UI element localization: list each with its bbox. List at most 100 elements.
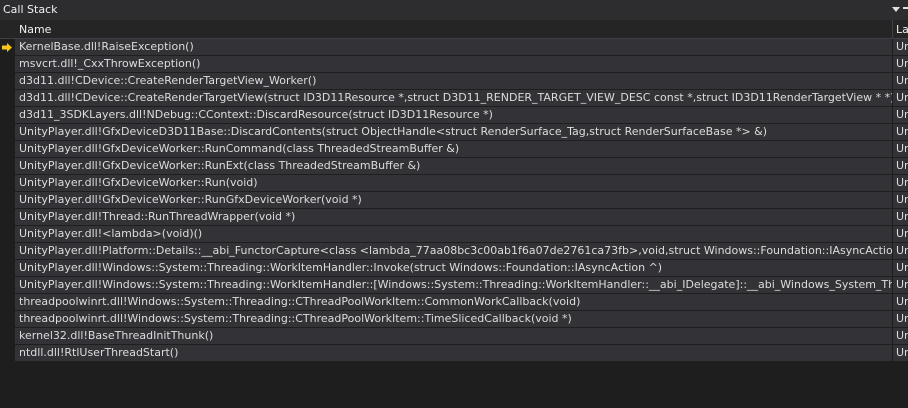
frame-name: UnityPlayer.dll!GfxDeviceD3D11Base::Disc… <box>19 125 768 138</box>
row-indicator-cell <box>0 294 15 310</box>
frame-name-cell: d3d11_3SDKLayers.dll!NDebug::CContext::D… <box>15 107 892 123</box>
frame-language: Ur <box>896 142 908 155</box>
column-divider[interactable] <box>892 20 893 39</box>
frame-language-cell: Ur <box>893 107 908 123</box>
frame-name-cell: kernel32.dll!BaseThreadInitThunk() <box>15 328 892 344</box>
frame-name: d3d11.dll!CDevice::CreateRenderTargetVie… <box>19 74 317 87</box>
table-row[interactable]: KernelBase.dll!RaiseException() Ur <box>0 39 908 56</box>
frame-language: Ur <box>896 261 908 274</box>
frame-language: Ur <box>896 210 908 223</box>
row-indicator-cell <box>0 345 15 361</box>
table-row[interactable]: UnityPlayer.dll!<lambda>(void)() Ur <box>0 226 908 243</box>
row-indicator-cell <box>0 277 15 293</box>
table-row[interactable]: UnityPlayer.dll!GfxDeviceD3D11Base::Disc… <box>0 124 908 141</box>
frame-name: UnityPlayer.dll!GfxDeviceWorker::RunComm… <box>19 142 460 155</box>
frame-language: Ur <box>896 244 908 257</box>
call-stack-window: Call Stack Name La KernelBase.dll!RaiseE… <box>0 0 908 408</box>
frame-name: UnityPlayer.dll!Windows::System::Threadi… <box>19 278 892 291</box>
row-indicator-cell <box>0 328 15 344</box>
frame-language-cell: Ur <box>893 141 908 157</box>
frame-name: ntdll.dll!RtlUserThreadStart() <box>19 346 179 359</box>
frame-name-cell: UnityPlayer.dll!GfxDeviceWorker::RunComm… <box>15 141 892 157</box>
table-row[interactable]: msvcrt.dll!_CxxThrowException() Ur <box>0 56 908 73</box>
frame-language: Ur <box>896 295 908 308</box>
frame-name: KernelBase.dll!RaiseException() <box>19 40 194 53</box>
frame-language: Ur <box>896 57 908 70</box>
table-row[interactable]: threadpoolwinrt.dll!Windows::System::Thr… <box>0 294 908 311</box>
frame-language: Ur <box>896 312 908 325</box>
frame-name-cell: threadpoolwinrt.dll!Windows::System::Thr… <box>15 311 892 327</box>
frame-name-cell: KernelBase.dll!RaiseException() <box>15 39 892 55</box>
frame-name: UnityPlayer.dll!Platform::Details::__abi… <box>19 244 892 257</box>
table-row[interactable]: UnityPlayer.dll!GfxDeviceWorker::RunComm… <box>0 141 908 158</box>
frame-name: msvcrt.dll!_CxxThrowException() <box>19 57 201 70</box>
table-row[interactable]: UnityPlayer.dll!Windows::System::Threadi… <box>0 277 908 294</box>
frame-name: UnityPlayer.dll!GfxDeviceWorker::Run(voi… <box>19 176 258 189</box>
frame-language-cell: Ur <box>893 345 908 361</box>
frame-language-cell: Ur <box>893 39 908 55</box>
table-row[interactable]: d3d11.dll!CDevice::CreateRenderTargetVie… <box>0 90 908 107</box>
column-header-name[interactable]: Name <box>19 23 51 36</box>
frame-language-cell: Ur <box>893 226 908 242</box>
frame-name: UnityPlayer.dll!GfxDeviceWorker::RunGfxD… <box>19 193 362 206</box>
frame-name: UnityPlayer.dll!<lambda>(void)() <box>19 227 203 240</box>
table-row[interactable]: d3d11_3SDKLayers.dll!NDebug::CContext::D… <box>0 107 908 124</box>
frame-language: Ur <box>896 329 908 342</box>
frame-language: Ur <box>896 193 908 206</box>
frame-language: Ur <box>896 40 908 53</box>
frame-language-cell: Ur <box>893 175 908 191</box>
frame-language: Ur <box>896 159 908 172</box>
frame-language-cell: Ur <box>893 328 908 344</box>
call-stack-grid: KernelBase.dll!RaiseException() Ur msvcrt.… <box>0 39 908 362</box>
chevron-down-icon[interactable] <box>891 3 901 15</box>
frame-name-cell: ntdll.dll!RtlUserThreadStart() <box>15 345 892 361</box>
row-indicator-cell <box>0 260 15 276</box>
table-row[interactable]: kernel32.dll!BaseThreadInitThunk() Ur <box>0 328 908 345</box>
table-row[interactable]: UnityPlayer.dll!Platform::Details::__abi… <box>0 243 908 260</box>
frame-language-cell: Ur <box>893 56 908 72</box>
frame-name-cell: UnityPlayer.dll!Platform::Details::__abi… <box>15 243 892 259</box>
frame-language-cell: Ur <box>893 90 908 106</box>
frame-language-cell: Ur <box>893 158 908 174</box>
table-row[interactable]: UnityPlayer.dll!Thread::RunThreadWrapper… <box>0 209 908 226</box>
frame-language-cell: Ur <box>893 124 908 140</box>
window-title: Call Stack <box>3 3 58 16</box>
frame-language-cell: Ur <box>893 277 908 293</box>
frame-language: Ur <box>896 91 908 104</box>
table-row[interactable]: threadpoolwinrt.dll!Windows::System::Thr… <box>0 311 908 328</box>
frame-name: d3d11_3SDKLayers.dll!NDebug::CContext::D… <box>19 108 493 121</box>
frame-name: UnityPlayer.dll!Windows::System::Threadi… <box>19 261 663 274</box>
frame-name-cell: UnityPlayer.dll!GfxDeviceWorker::RunExt(… <box>15 158 892 174</box>
table-row[interactable]: d3d11.dll!CDevice::CreateRenderTargetVie… <box>0 73 908 90</box>
frame-name: UnityPlayer.dll!Thread::RunThreadWrapper… <box>19 210 296 223</box>
row-indicator-cell <box>0 56 15 72</box>
row-indicator-cell <box>0 158 15 174</box>
row-indicator-cell <box>0 90 15 106</box>
row-indicator-cell <box>0 107 15 123</box>
frame-language-cell: Ur <box>893 73 908 89</box>
table-row[interactable]: UnityPlayer.dll!GfxDeviceWorker::RunGfxD… <box>0 192 908 209</box>
row-indicator-cell <box>0 226 15 242</box>
row-indicator-cell <box>0 39 15 55</box>
table-row[interactable]: UnityPlayer.dll!GfxDeviceWorker::RunExt(… <box>0 158 908 175</box>
row-indicator-cell <box>0 243 15 259</box>
current-frame-arrow-icon <box>2 43 12 52</box>
frame-name-cell: d3d11.dll!CDevice::CreateRenderTargetVie… <box>15 73 892 89</box>
frame-language: Ur <box>896 176 908 189</box>
frame-name: d3d11.dll!CDevice::CreateRenderTargetVie… <box>19 91 892 104</box>
frame-name: kernel32.dll!BaseThreadInitThunk() <box>19 329 214 342</box>
frame-name-cell: msvcrt.dll!_CxxThrowException() <box>15 56 892 72</box>
frame-name-cell: d3d11.dll!CDevice::CreateRenderTargetVie… <box>15 90 892 106</box>
frame-language: Ur <box>896 108 908 121</box>
empty-area <box>0 366 908 408</box>
frame-name-cell: UnityPlayer.dll!Windows::System::Threadi… <box>15 277 892 293</box>
pin-icon[interactable] <box>903 7 908 9</box>
table-row[interactable]: UnityPlayer.dll!GfxDeviceWorker::Run(voi… <box>0 175 908 192</box>
frame-name-cell: UnityPlayer.dll!GfxDeviceWorker::Run(voi… <box>15 175 892 191</box>
row-indicator-cell <box>0 141 15 157</box>
row-indicator-cell <box>0 209 15 225</box>
table-row[interactable]: ntdll.dll!RtlUserThreadStart() Ur <box>0 345 908 362</box>
table-row[interactable]: UnityPlayer.dll!Windows::System::Threadi… <box>0 260 908 277</box>
frame-language: Ur <box>896 74 908 87</box>
column-header-language[interactable]: La <box>896 23 908 36</box>
